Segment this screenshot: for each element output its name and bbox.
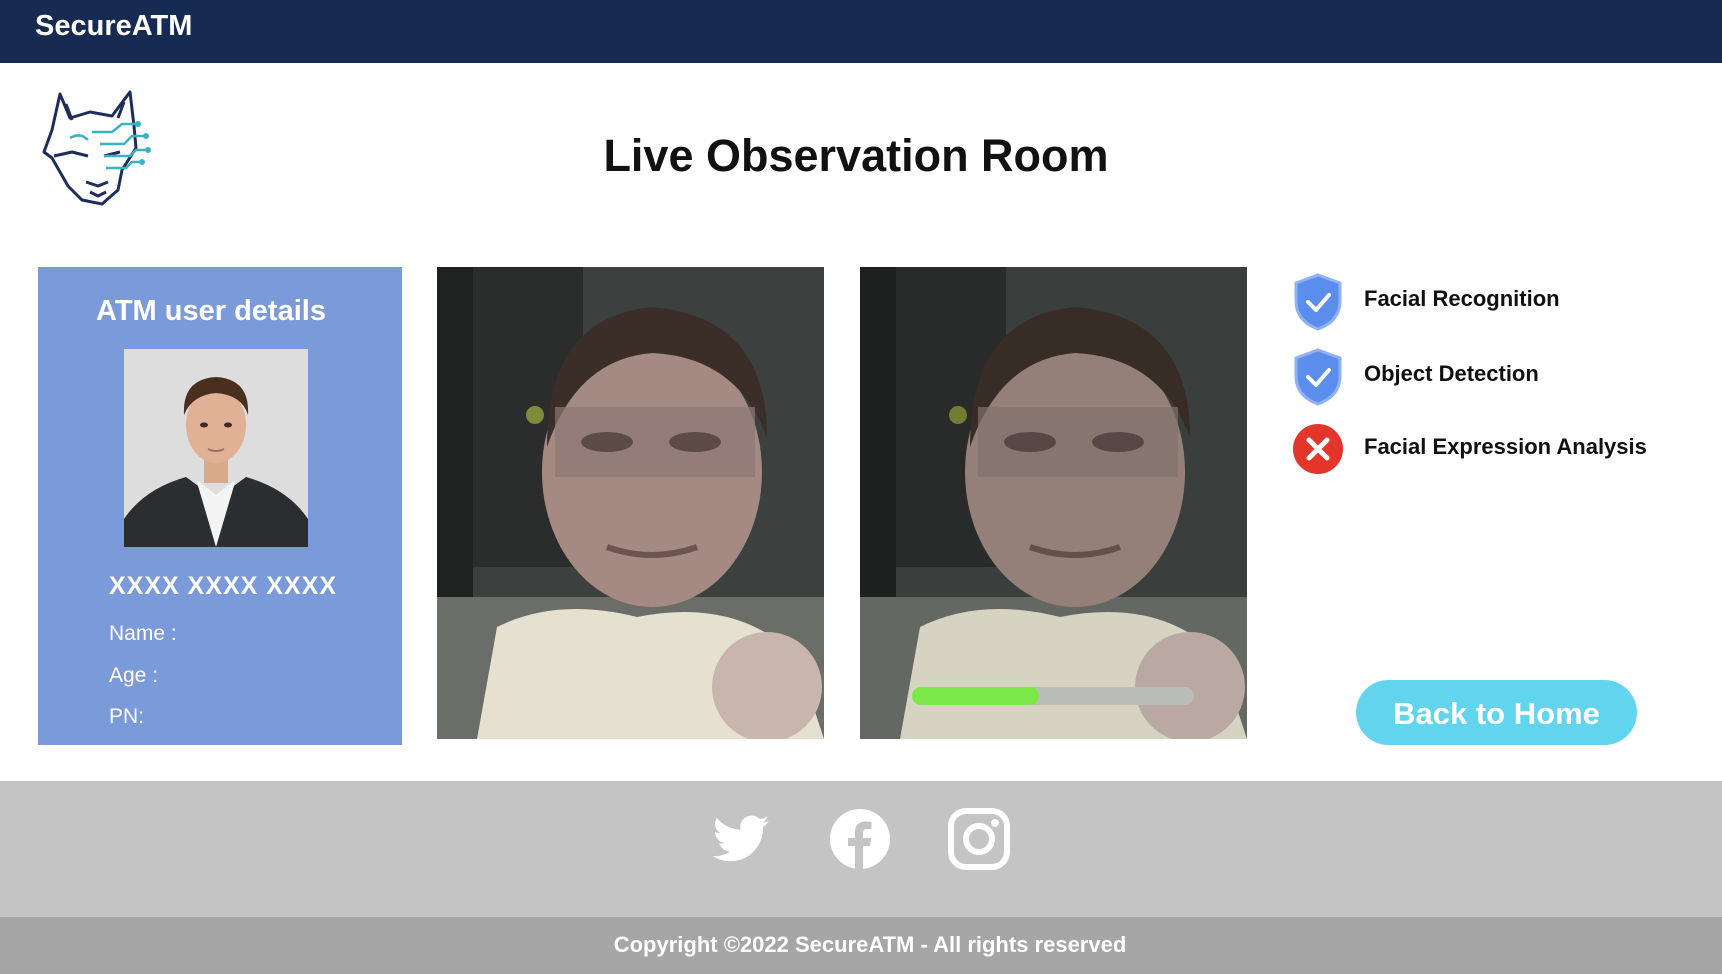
instagram-icon[interactable] <box>947 807 1011 871</box>
facebook-icon[interactable] <box>828 807 892 871</box>
analysis-progress-fill <box>912 687 1039 705</box>
back-to-home-button[interactable]: Back to Home <box>1356 680 1637 745</box>
copyright-text: Copyright ©2022 SecureATM - All rights r… <box>613 932 1127 957</box>
user-photo <box>124 349 308 547</box>
check-label: Facial Expression Analysis <box>1364 434 1647 459</box>
check-object-detection: Object Detection <box>1292 348 1672 406</box>
shield-check-icon <box>1294 348 1342 406</box>
camera-feed-1 <box>437 267 824 739</box>
twitter-icon[interactable] <box>709 807 773 871</box>
top-bar: SecureATM <box>0 0 1722 63</box>
x-circle-icon <box>1293 424 1343 474</box>
check-label: Object Detection <box>1364 361 1539 386</box>
card-number: XXXX XXXX XXXX <box>109 572 337 600</box>
camera-feed-2 <box>860 267 1247 739</box>
analysis-progress-bar <box>912 687 1194 705</box>
shield-check-icon <box>1294 273 1342 331</box>
user-details-title: ATM user details <box>96 295 326 327</box>
social-bar <box>0 781 1722 917</box>
pn-label: PN: <box>109 705 145 728</box>
user-details-panel: ATM user details XXXX XXXX XXXX Name : A… <box>38 267 402 745</box>
check-label: Facial Recognition <box>1364 286 1560 311</box>
footer: Copyright ©2022 SecureATM - All rights r… <box>0 917 1722 974</box>
brand-name[interactable]: SecureATM <box>35 10 192 43</box>
age-label: Age : <box>109 664 159 687</box>
check-facial-expression-analysis: Facial Expression Analysis <box>1292 421 1672 477</box>
page-title: Live Observation Room <box>603 130 1109 181</box>
check-facial-recognition: Facial Recognition <box>1292 273 1672 331</box>
name-label: Name : <box>109 622 177 645</box>
